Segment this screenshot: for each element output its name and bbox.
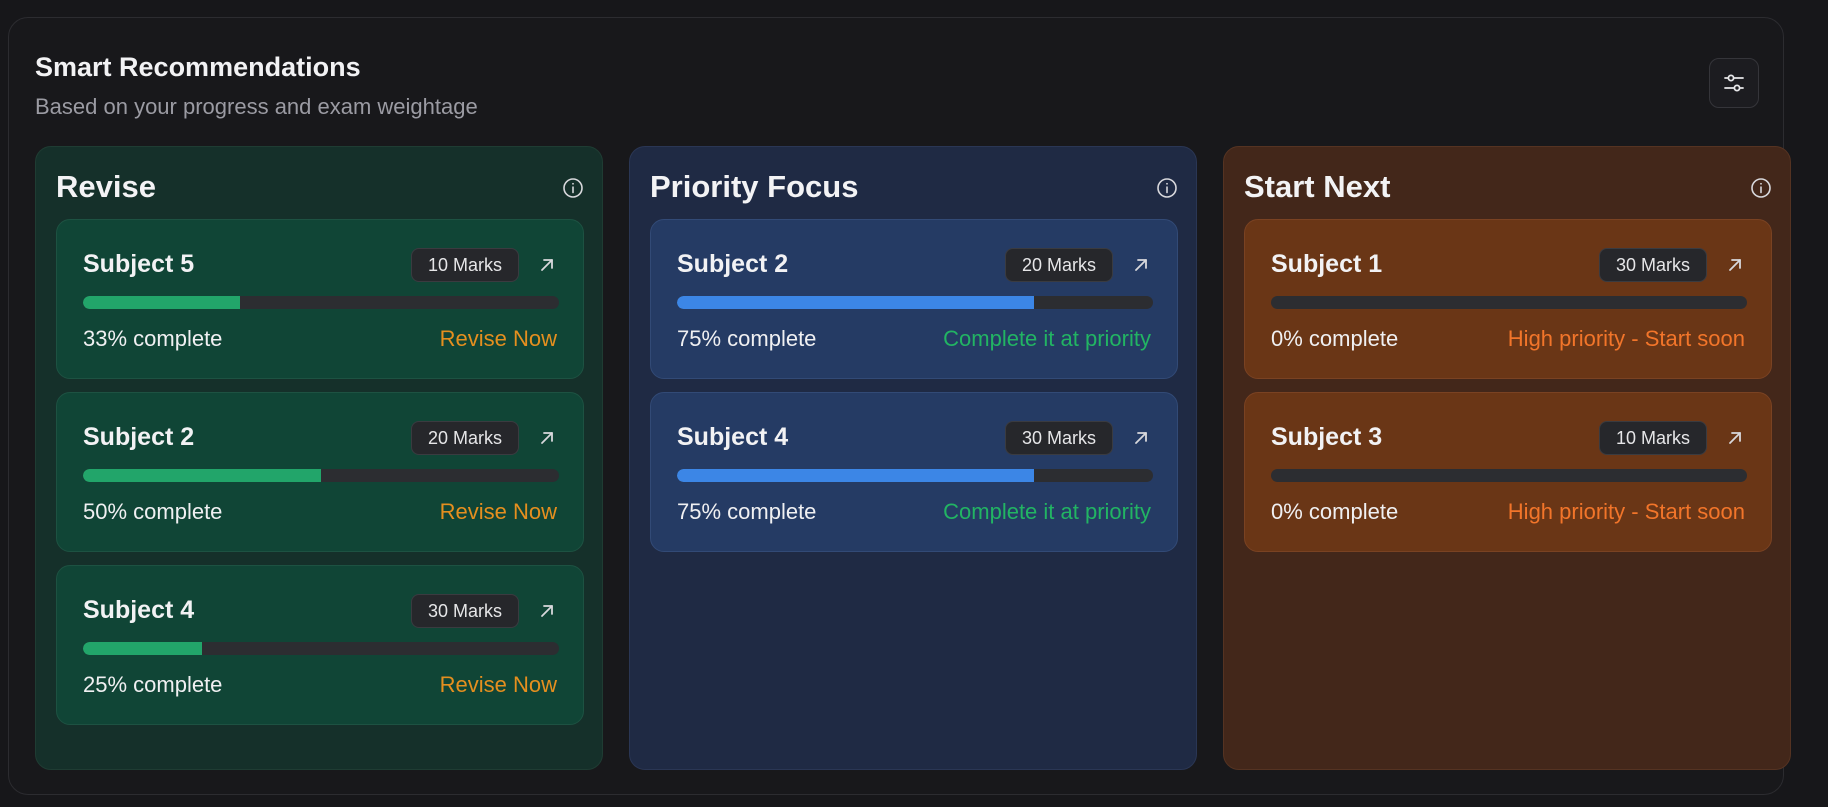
marks-badge: 30 Marks xyxy=(1004,421,1113,455)
progress-fill xyxy=(83,469,321,482)
arrow-up-right-icon[interactable] xyxy=(1725,428,1745,448)
smart-recommendations-panel: Smart Recommendations Based on your prog… xyxy=(8,17,1791,795)
subject-name: Subject 5 xyxy=(83,250,195,278)
marks-badge: 30 Marks xyxy=(410,594,519,628)
recommendation-card[interactable]: Subject 2 20 Marks 50% complete Revise N… xyxy=(56,392,584,552)
recommendation-card[interactable]: Subject 4 30 Marks 25% complete Revise N… xyxy=(56,565,584,725)
marks-badge: 30 Marks xyxy=(1598,248,1707,282)
subject-name: Subject 2 xyxy=(677,250,789,278)
column-start-next: Start Next Subject 1 30 Marks 0% complet… xyxy=(1223,146,1791,770)
arrow-up-right-icon[interactable] xyxy=(537,255,557,275)
column-priority-focus: Priority Focus Subject 2 20 Marks 75% co… xyxy=(629,146,1197,770)
progress-label: 0% complete xyxy=(1271,326,1399,351)
subject-name: Subject 4 xyxy=(83,596,195,624)
progress-fill xyxy=(677,469,1034,482)
marks-badge: 10 Marks xyxy=(410,248,519,282)
action-link[interactable]: Revise Now xyxy=(440,672,557,698)
progress-fill xyxy=(677,296,1034,309)
info-icon[interactable] xyxy=(1156,177,1178,199)
action-link[interactable]: High priority - Start soon xyxy=(1508,326,1745,352)
column-title: Start Next xyxy=(1244,169,1391,204)
recommendation-card[interactable]: Subject 4 30 Marks 75% complete Complete… xyxy=(650,392,1178,552)
progress-fill xyxy=(83,296,241,309)
recommendation-card[interactable]: Subject 1 30 Marks 0% complete High prio… xyxy=(1244,219,1772,379)
recommendation-card[interactable]: Subject 3 10 Marks 0% complete High prio… xyxy=(1244,392,1772,552)
recommendation-card[interactable]: Subject 5 10 Marks 33% complete Revise N… xyxy=(56,219,584,379)
progress-label: 50% complete xyxy=(83,499,223,524)
info-icon[interactable] xyxy=(562,177,584,199)
progress-bar xyxy=(83,296,559,309)
marks-badge: 20 Marks xyxy=(1004,248,1113,282)
subject-name: Subject 1 xyxy=(1271,250,1383,278)
progress-label: 0% complete xyxy=(1271,499,1399,524)
column-title: Revise xyxy=(56,169,156,204)
arrow-up-right-icon[interactable] xyxy=(1131,255,1151,275)
arrow-up-right-icon[interactable] xyxy=(1725,255,1745,275)
progress-label: 33% complete xyxy=(83,326,223,351)
progress-bar xyxy=(677,296,1153,309)
progress-bar xyxy=(677,469,1153,482)
action-link[interactable]: Revise Now xyxy=(440,326,557,352)
marks-badge: 20 Marks xyxy=(410,421,519,455)
progress-label: 75% complete xyxy=(677,499,817,524)
subject-name: Subject 4 xyxy=(677,423,789,451)
action-link[interactable]: Complete it at priority xyxy=(943,326,1151,352)
subject-name: Subject 2 xyxy=(83,423,195,451)
info-icon[interactable] xyxy=(1750,177,1772,199)
progress-fill xyxy=(83,642,202,655)
action-link[interactable]: High priority - Start soon xyxy=(1508,499,1745,525)
arrow-up-right-icon[interactable] xyxy=(1131,428,1151,448)
sliders-icon xyxy=(1724,74,1744,92)
arrow-up-right-icon[interactable] xyxy=(537,601,557,621)
panel-subtitle: Based on your progress and exam weightag… xyxy=(35,94,478,119)
filter-button[interactable] xyxy=(1709,58,1759,108)
progress-bar xyxy=(1271,296,1747,309)
recommendation-card[interactable]: Subject 2 20 Marks 75% complete Complete… xyxy=(650,219,1178,379)
progress-bar xyxy=(1271,469,1747,482)
marks-badge: 10 Marks xyxy=(1598,421,1707,455)
progress-bar xyxy=(83,642,559,655)
action-link[interactable]: Revise Now xyxy=(440,499,557,525)
progress-label: 25% complete xyxy=(83,672,223,697)
arrow-up-right-icon[interactable] xyxy=(537,428,557,448)
progress-bar xyxy=(83,469,559,482)
panel-title: Smart Recommendations xyxy=(35,52,361,82)
column-title: Priority Focus xyxy=(650,169,859,204)
action-link[interactable]: Complete it at priority xyxy=(943,499,1151,525)
progress-label: 75% complete xyxy=(677,326,817,351)
subject-name: Subject 3 xyxy=(1271,423,1383,451)
column-revise: Revise Subject 5 10 Marks 33% complete R… xyxy=(35,146,603,770)
